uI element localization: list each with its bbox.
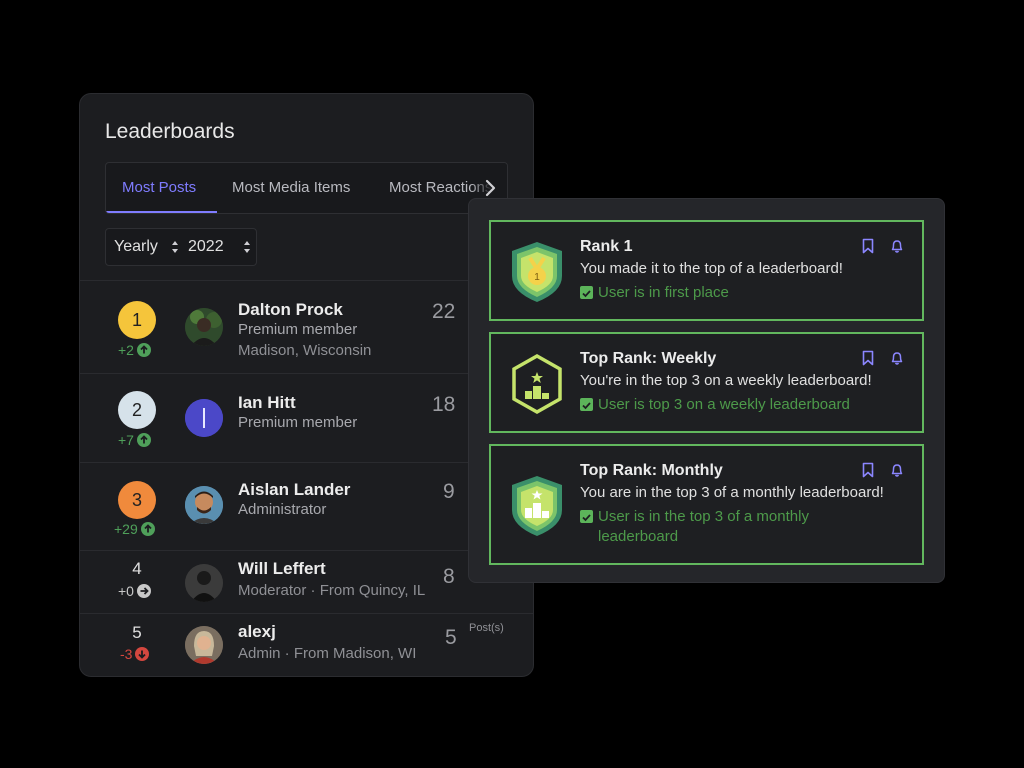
post-count: 18	[432, 393, 456, 416]
rank-change: +7	[118, 432, 151, 448]
rank-change-value: +0	[118, 583, 134, 599]
rank-badge: 1	[118, 301, 156, 339]
arrow-up-circle-icon	[136, 343, 151, 357]
rank-change-value: +7	[118, 432, 134, 448]
svg-text:1: 1	[534, 272, 540, 283]
user-photo	[185, 564, 223, 602]
podium-outline-badge-icon	[512, 353, 562, 415]
rank-badge: 3	[118, 481, 156, 519]
avatar[interactable]	[185, 486, 223, 524]
achievement-description: You made it to the top of a leaderboard!	[580, 260, 843, 277]
rank-change: +0	[118, 583, 151, 599]
leaderboard-row: 4 +0 Will Leffert Moderator · From Quinc…	[80, 550, 533, 613]
post-count-unit: Post(s)	[469, 622, 504, 634]
year-select-value: 2022	[188, 238, 224, 255]
rank-change: -3	[120, 646, 150, 662]
bell-icon[interactable]	[889, 350, 905, 366]
bookmark-icon[interactable]	[860, 238, 876, 254]
achievement-condition: User is in the top 3 of a monthly leader…	[580, 507, 815, 547]
user-photo	[185, 308, 223, 346]
sort-arrows-icon	[244, 241, 250, 253]
avatar[interactable]	[185, 564, 223, 602]
member-role: Moderator · From Quincy, IL	[238, 582, 426, 599]
achievement-description: You are in the top 3 of a monthly leader…	[580, 484, 884, 501]
checkbox-checked-icon	[580, 510, 593, 523]
tab-most-media-items[interactable]: Most Media Items	[232, 163, 350, 213]
medal-badge-icon: 1	[512, 242, 562, 302]
active-tab-indicator	[106, 211, 217, 213]
checkbox-checked-icon	[580, 286, 593, 299]
member-role: Administrator	[238, 501, 327, 518]
achievement-title: Top Rank: Weekly	[580, 350, 717, 367]
leaderboard-panel: Leaderboards Most Posts Most Media Items…	[79, 93, 534, 677]
bookmark-icon[interactable]	[860, 350, 876, 366]
bookmark-icon[interactable]	[860, 462, 876, 478]
avatar[interactable]	[185, 308, 223, 346]
rank-badge: 2	[118, 391, 156, 429]
tab-most-posts[interactable]: Most Posts	[122, 163, 196, 213]
rank-change-value: -3	[120, 646, 133, 662]
leaderboard-row: 5 -3 alexj Admin · From Madison, WI 5 Po…	[80, 613, 533, 676]
leaderboard-row: 2 +7 Ian Hitt Premium member 18	[80, 373, 533, 462]
member-name: Dalton Prock	[238, 300, 343, 319]
achievement-card[interactable]: Top Rank: Monthly You are in the top 3 o…	[489, 444, 924, 565]
rank-number: 5	[132, 623, 142, 642]
bell-icon[interactable]	[889, 238, 905, 254]
member-name: Will Leffert	[238, 559, 326, 578]
arrow-up-circle-icon	[140, 522, 155, 536]
leaderboard-title: Leaderboards	[105, 120, 235, 143]
user-photo	[185, 626, 223, 664]
achievement-condition-text: User is top 3 on a weekly leaderboard	[598, 396, 850, 413]
post-count: 5	[445, 626, 457, 649]
avatar[interactable]	[185, 626, 223, 664]
period-select-value: Yearly	[114, 238, 158, 255]
achievement-condition: User is in first place	[580, 283, 880, 303]
achievement-condition: User is top 3 on a weekly leaderboard	[580, 395, 880, 415]
achievement-condition-text: User is in first place	[598, 284, 729, 301]
achievement-description: You're in the top 3 on a weekly leaderbo…	[580, 372, 872, 389]
rank-change-value: +2	[118, 342, 134, 358]
achievement-card[interactable]: 1 Rank 1 You made it to the top of a lea…	[489, 220, 924, 321]
leaderboard-tabs: Most Posts Most Media Items Most Reactio…	[105, 162, 508, 214]
sort-arrows-icon	[172, 241, 178, 253]
achievements-panel: 1 Rank 1 You made it to the top of a lea…	[468, 198, 945, 583]
rank-change: +29	[114, 521, 155, 537]
member-role: Premium member	[238, 414, 358, 431]
post-count: 22	[432, 300, 456, 323]
member-location: Madison, Wisconsin	[238, 342, 372, 359]
achievement-card[interactable]: Top Rank: Weekly You're in the top 3 on …	[489, 332, 924, 433]
rank-number: 4	[132, 559, 142, 578]
member-name: alexj	[238, 622, 276, 641]
arrow-right-circle-icon	[136, 584, 151, 598]
period-select[interactable]: Yearly	[114, 229, 182, 265]
member-role: Premium member	[238, 321, 358, 338]
year-select[interactable]: 2022	[188, 229, 254, 265]
member-name: Ian Hitt	[238, 393, 296, 412]
rank-change-value: +29	[114, 521, 138, 537]
member-name: Aislan Lander	[238, 480, 351, 499]
arrow-down-circle-icon	[135, 647, 150, 661]
achievement-title: Rank 1	[580, 238, 633, 255]
post-count: 9	[443, 480, 455, 503]
arrow-up-circle-icon	[136, 433, 151, 447]
avatar[interactable]	[185, 399, 223, 437]
rank-change: +2	[118, 342, 151, 358]
post-count: 8	[443, 565, 455, 588]
member-role: Admin · From Madison, WI	[238, 645, 417, 662]
leaderboard-filters: Yearly 2022	[105, 228, 257, 266]
leaderboard-row: 1 +2 Dalton Prock Premium member Madison…	[80, 280, 533, 373]
letter-avatar	[185, 399, 223, 437]
achievement-condition-text: User is in the top 3 of a monthly leader…	[598, 508, 809, 545]
podium-badge-icon	[512, 476, 562, 536]
bell-icon[interactable]	[889, 462, 905, 478]
user-photo	[185, 486, 223, 524]
leaderboard-row: 3 +29 Aislan Lander Administrator 9	[80, 462, 533, 550]
checkbox-checked-icon	[580, 398, 593, 411]
achievement-title: Top Rank: Monthly	[580, 462, 723, 479]
